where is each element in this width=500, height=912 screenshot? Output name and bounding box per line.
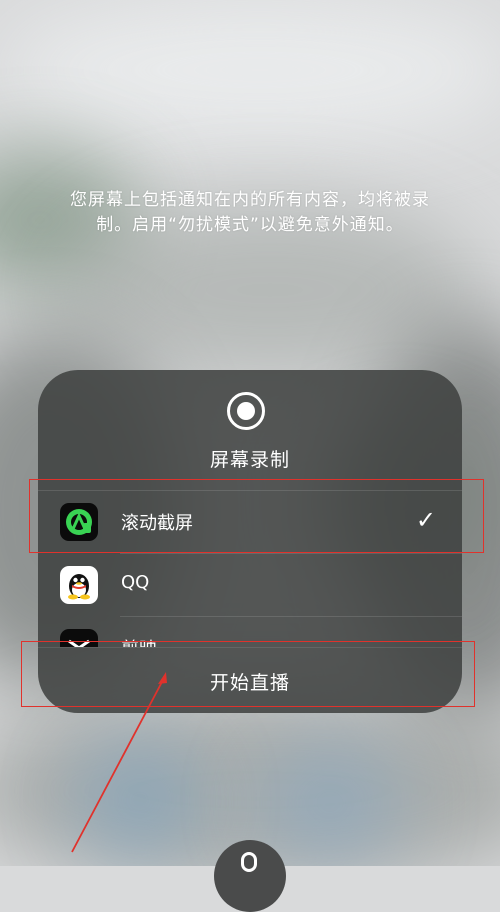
microphone-icon: [241, 852, 257, 872]
bottom-control-button[interactable]: [214, 840, 286, 912]
red-arrow-annotation: [71, 672, 167, 853]
